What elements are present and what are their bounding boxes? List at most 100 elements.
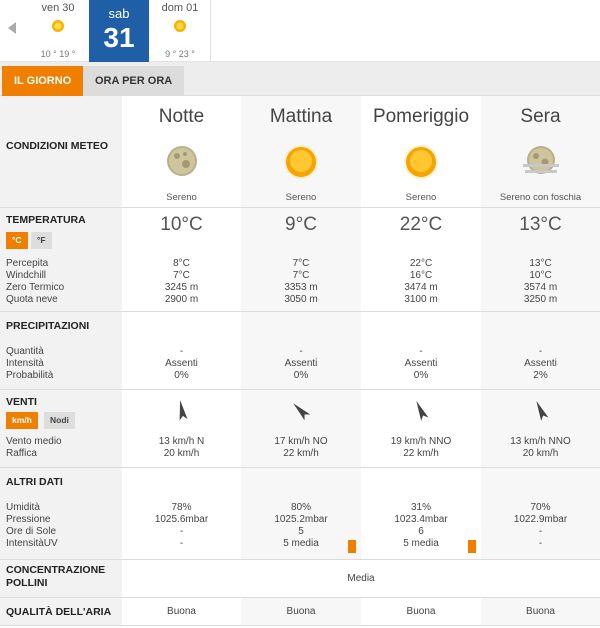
- quantity-value: -: [419, 346, 423, 357]
- period-column: Buona: [481, 598, 600, 625]
- period-column: Sera Sereno con foschia: [481, 96, 600, 207]
- previous-day-arrow-icon[interactable]: [8, 22, 16, 34]
- air-quality-value: Buona: [406, 606, 436, 617]
- period-column: 70% 1022.9mbar - -: [481, 468, 600, 559]
- quantity-value: -: [179, 346, 184, 357]
- humidity-value: 70%: [530, 502, 551, 513]
- period-column: - Assenti 2%: [481, 312, 600, 389]
- period-column: - Assenti 0%: [122, 312, 241, 389]
- tab-ora-per-ora[interactable]: ORA PER ORA: [83, 66, 185, 96]
- period-column: 31% 1023.4mbar 6 5 media: [361, 468, 481, 559]
- sun-hours-value: 5: [298, 526, 304, 537]
- gust-label: Raffica: [6, 448, 37, 459]
- uv-label: IntensitàUV: [6, 538, 58, 549]
- celsius-toggle[interactable]: °C: [6, 232, 28, 249]
- row-label: TEMPERATURA °C °F Percepita Windchill Ze…: [0, 208, 122, 311]
- freezing-level-value: 3353 m: [284, 282, 318, 293]
- row-label: CONCENTRAZIONE POLLINI: [0, 560, 122, 597]
- sun-hours-label: Ore di Sole: [6, 526, 57, 537]
- freezing-level-value: 3245 m: [164, 282, 199, 293]
- windchill-value: 7°C: [292, 270, 310, 281]
- pressure-value: 1025.2mbar: [274, 514, 328, 525]
- intensity-value: Assenti: [404, 358, 438, 369]
- tab-il-giorno[interactable]: IL GIORNO: [2, 66, 84, 96]
- temperature-row: TEMPERATURA °C °F Percepita Windchill Ze…: [0, 208, 600, 312]
- probability-value: 0%: [174, 370, 189, 381]
- day-strip: ven 30 10 ° 19 ° sab 31 dom 01 9 ° 23 °: [0, 0, 600, 62]
- perceived-value: 22°C: [409, 258, 433, 269]
- forecast-grid: CONDIZIONI METEO Notte Sereno Mattina Se…: [0, 96, 600, 626]
- pressure-label: Pressione: [6, 514, 51, 525]
- uv-indicator-bar: [468, 540, 476, 553]
- probability-value: 0%: [413, 370, 429, 381]
- row-label: QUALITÀ DELL'ARIA: [0, 598, 122, 625]
- precipitation-row: PRECIPITAZIONI Quantità Intensità Probab…: [0, 312, 600, 390]
- uv-value: -: [179, 538, 184, 549]
- day-name: sab: [108, 6, 130, 21]
- day-name: dom 01: [161, 2, 199, 14]
- temperature-value: 10°C: [160, 214, 203, 235]
- period-column: 22°C 22°C 16°C 3474 m 3100 m: [361, 208, 481, 311]
- sun-icon: [52, 20, 64, 32]
- day-friday[interactable]: ven 30 10 ° 19 °: [28, 0, 88, 62]
- freezing-level-label: Zero Termico: [6, 282, 65, 293]
- day-name: ven 30: [41, 2, 75, 14]
- row-label: PRECIPITAZIONI Quantità Intensità Probab…: [0, 312, 122, 389]
- moon-icon: [166, 146, 197, 176]
- air-quality-value: Buona: [526, 606, 555, 617]
- uv-indicator-bar: [348, 540, 356, 553]
- probability-value: 0%: [293, 370, 309, 381]
- sun-hours-value: -: [538, 526, 543, 537]
- period-column: Mattina Sereno: [241, 96, 361, 207]
- period-column: 17 km/h NO 22 km/h: [241, 390, 361, 467]
- day-saturday-selected[interactable]: sab 31: [89, 0, 149, 62]
- pollen-title: CONCENTRAZIONE POLLINI: [6, 564, 106, 589]
- day-sunday[interactable]: dom 01 9 ° 23 °: [150, 0, 210, 62]
- row-label: ALTRI DATI Umidità Pressione Ore di Sole…: [0, 468, 122, 559]
- wind-title: VENTI: [6, 396, 37, 408]
- snow-level-value: 3050 m: [284, 294, 318, 305]
- condition-text: Sereno con foschia: [499, 192, 582, 203]
- windchill-value: 16°C: [409, 270, 433, 281]
- period-column: 80% 1025.2mbar 5 5 media: [241, 468, 361, 559]
- condition-text: Sereno: [405, 192, 437, 203]
- condition-text: Sereno: [285, 192, 317, 203]
- uv-value: -: [538, 538, 543, 549]
- snow-level-value: 3100 m: [404, 294, 438, 305]
- knots-toggle[interactable]: Nodi: [44, 412, 75, 429]
- intensity-value: Assenti: [165, 358, 198, 369]
- period-column: 78% 1025.6mbar - -: [122, 468, 241, 559]
- humidity-value: 31%: [410, 502, 431, 513]
- period-column: Buona: [241, 598, 361, 625]
- gust-value: 22 km/h: [283, 448, 319, 459]
- period-column: Buona: [361, 598, 481, 625]
- period-name: Mattina: [269, 106, 333, 127]
- moon-fog-icon: [522, 146, 559, 174]
- quantity-value: -: [538, 346, 543, 357]
- humidity-value: 80%: [290, 502, 311, 513]
- sun-icon: [174, 20, 186, 32]
- kmh-toggle[interactable]: km/h: [6, 412, 38, 429]
- fahrenheit-toggle[interactable]: °F: [31, 232, 52, 249]
- period-column: 19 km/h NNO 22 km/h: [361, 390, 481, 467]
- air-quality-title: QUALITÀ DELL'ARIA: [6, 606, 112, 618]
- wind-direction-arrow-icon: [179, 400, 188, 421]
- average-wind-value: 19 km/h NNO: [390, 436, 452, 447]
- quantity-value: -: [299, 346, 303, 357]
- period-column: 9°C 7°C 7°C 3353 m 3050 m: [241, 208, 361, 311]
- period-column: 13 km/h NNO 20 km/h: [481, 390, 600, 467]
- period-column: - Assenti 0%: [361, 312, 481, 389]
- temperature-value: 22°C: [399, 214, 443, 235]
- freezing-level-value: 3474 m: [404, 282, 438, 293]
- snow-level-label: Quota neve: [6, 294, 58, 305]
- sun-icon: [404, 145, 438, 179]
- uv-value: 5 media: [283, 538, 319, 549]
- other-data-title: ALTRI DATI: [6, 476, 63, 488]
- air-quality-value: Buona: [167, 606, 196, 617]
- wind-direction-arrow-icon: [416, 401, 429, 421]
- sun-hours-value: 6: [418, 526, 424, 537]
- conditions-title: CONDIZIONI METEO: [6, 140, 109, 152]
- pressure-value: 1023.4mbar: [394, 514, 448, 525]
- humidity-label: Umidità: [6, 502, 40, 513]
- period-column: 10°C 8°C 7°C 3245 m 2900 m: [122, 208, 241, 311]
